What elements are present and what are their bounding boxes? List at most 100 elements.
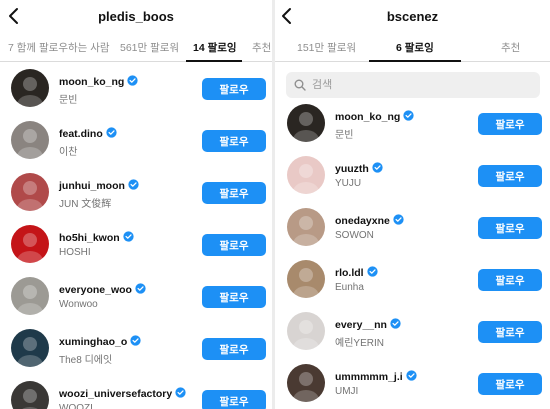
user-row[interactable]: ho5hi_kwon HOSHI 팔로우 <box>0 221 272 273</box>
avatar[interactable] <box>11 121 49 159</box>
avatar[interactable] <box>11 225 49 263</box>
avatar[interactable] <box>11 173 49 211</box>
follow-button[interactable]: 팔로우 <box>202 130 266 152</box>
follow-button[interactable]: 팔로우 <box>202 338 266 360</box>
avatar[interactable] <box>287 260 325 298</box>
follow-button[interactable]: 팔로우 <box>478 321 542 343</box>
verified-badge-icon <box>123 231 134 242</box>
verified-badge-icon <box>106 127 117 138</box>
follow-button[interactable]: 팔로우 <box>478 217 542 239</box>
follow-button[interactable]: 팔로우 <box>478 269 542 291</box>
display-name: 이찬 <box>59 147 78 158</box>
verified-badge-icon <box>406 370 417 381</box>
right-tabs: 151만 팔로워 6 팔로잉 추천 <box>275 34 550 62</box>
avatar[interactable] <box>11 69 49 107</box>
avatar-head-shape <box>299 268 313 282</box>
verified-badge-icon <box>403 110 414 121</box>
avatar[interactable] <box>287 208 325 246</box>
user-row[interactable]: yuuzth YUJU 팔로우 <box>275 152 550 204</box>
right-header: bscenez <box>275 0 550 34</box>
tab-mutual-followers[interactable]: 7 함께 팔로우하는 사람 <box>8 40 110 55</box>
left-tabs: 7 함께 팔로우하는 사람 561만 팔로워 14 팔로잉 추천 <box>0 34 272 62</box>
username-link[interactable]: junhui_moon <box>59 179 139 192</box>
display-name: The8 디에잇 <box>59 355 113 366</box>
avatar[interactable] <box>287 364 325 402</box>
follow-button[interactable]: 팔로우 <box>202 234 266 256</box>
username: junhui_moon <box>59 180 125 192</box>
verified-badge-icon <box>128 179 139 190</box>
avatar-head-shape <box>299 372 313 386</box>
username-link[interactable]: yuuzth <box>335 162 383 175</box>
username-link[interactable]: ho5hi_kwon <box>59 231 134 244</box>
search-icon <box>294 79 306 91</box>
verified-badge-icon <box>135 283 146 294</box>
avatar[interactable] <box>287 312 325 350</box>
username: yuuzth <box>335 163 369 175</box>
username-link[interactable]: every__nn <box>335 318 401 331</box>
username-link[interactable]: everyone_woo <box>59 283 146 296</box>
username: every__nn <box>335 319 387 331</box>
active-tab-indicator <box>369 60 461 62</box>
username-link[interactable]: xuminghao_o <box>59 335 141 348</box>
tab-following[interactable]: 6 팔로잉 <box>396 40 434 55</box>
username-link[interactable]: woozi_universefactory <box>59 387 186 400</box>
display-name: JUN 文俊辉 <box>59 199 112 210</box>
tab-followers[interactable]: 561만 팔로워 <box>120 40 179 55</box>
verified-badge-icon <box>175 387 186 398</box>
avatar-head-shape <box>23 129 37 143</box>
tab-following[interactable]: 14 팔로잉 <box>193 40 237 55</box>
search-bar[interactable] <box>286 72 540 98</box>
tab-suggested[interactable]: 추천 <box>252 40 271 55</box>
avatar[interactable] <box>11 329 49 367</box>
username-link[interactable]: moon_ko_ng <box>335 110 414 123</box>
avatar[interactable] <box>287 156 325 194</box>
follow-button[interactable]: 팔로우 <box>202 286 266 308</box>
verified-badge-icon <box>127 75 138 86</box>
avatar-head-shape <box>23 389 37 403</box>
user-row[interactable]: onedayxne SOWON 팔로우 <box>275 204 550 256</box>
user-row[interactable]: moon_ko_ng 문빈 팔로우 <box>275 100 550 152</box>
follow-button[interactable]: 팔로우 <box>202 390 266 409</box>
follow-button[interactable]: 팔로우 <box>202 78 266 100</box>
user-row[interactable]: junhui_moon JUN 文俊辉 팔로우 <box>0 169 272 221</box>
user-row[interactable]: every__nn 예린YERIN 팔로우 <box>275 308 550 360</box>
display-name: HOSHI <box>59 247 91 258</box>
active-tab-indicator <box>186 60 242 62</box>
display-name: WOOZI <box>59 403 93 409</box>
username: woozi_universefactory <box>59 388 173 400</box>
user-row[interactable]: everyone_woo Wonwoo 팔로우 <box>0 273 272 325</box>
username-link[interactable]: onedayxne <box>335 214 404 227</box>
avatar[interactable] <box>287 104 325 142</box>
avatar[interactable] <box>11 277 49 315</box>
tab-suggested[interactable]: 추천 <box>501 40 520 55</box>
page-title: bscenez <box>386 9 439 24</box>
avatar-head-shape <box>23 285 37 299</box>
follow-button[interactable]: 팔로우 <box>478 165 542 187</box>
user-row[interactable]: woozi_universefactory WOOZI 팔로우 <box>0 377 272 409</box>
verified-badge-icon <box>393 214 404 225</box>
user-row[interactable]: ummmmm_j.i UMJI 팔로우 <box>275 360 550 409</box>
avatar-head-shape <box>23 337 37 351</box>
username-link[interactable]: rlo.ldl <box>335 266 378 279</box>
username-link[interactable]: moon_ko_ng <box>59 75 138 88</box>
avatar-head-shape <box>299 320 313 334</box>
display-name: Eunha <box>335 282 364 293</box>
follow-button[interactable]: 팔로우 <box>202 182 266 204</box>
user-row[interactable]: moon_ko_ng 문빈 팔로우 <box>0 65 272 117</box>
user-row[interactable]: feat.dino 이찬 팔로우 <box>0 117 272 169</box>
username: xuminghao_o <box>59 336 128 348</box>
user-row[interactable]: xuminghao_o The8 디에잇 팔로우 <box>0 325 272 377</box>
avatar-head-shape <box>299 216 313 230</box>
follow-button[interactable]: 팔로우 <box>478 113 542 135</box>
follow-button[interactable]: 팔로우 <box>478 373 542 395</box>
avatar-head-shape <box>23 233 37 247</box>
search-input[interactable] <box>312 79 512 91</box>
tab-followers[interactable]: 151만 팔로워 <box>297 40 356 55</box>
avatar[interactable] <box>11 381 49 409</box>
username-link[interactable]: feat.dino <box>59 127 117 140</box>
username-link[interactable]: ummmmm_j.i <box>335 370 417 383</box>
avatar-head-shape <box>299 112 313 126</box>
user-row[interactable]: rlo.ldl Eunha 팔로우 <box>275 256 550 308</box>
display-name: UMJI <box>335 386 359 397</box>
display-name: 예린YERIN <box>335 338 384 349</box>
